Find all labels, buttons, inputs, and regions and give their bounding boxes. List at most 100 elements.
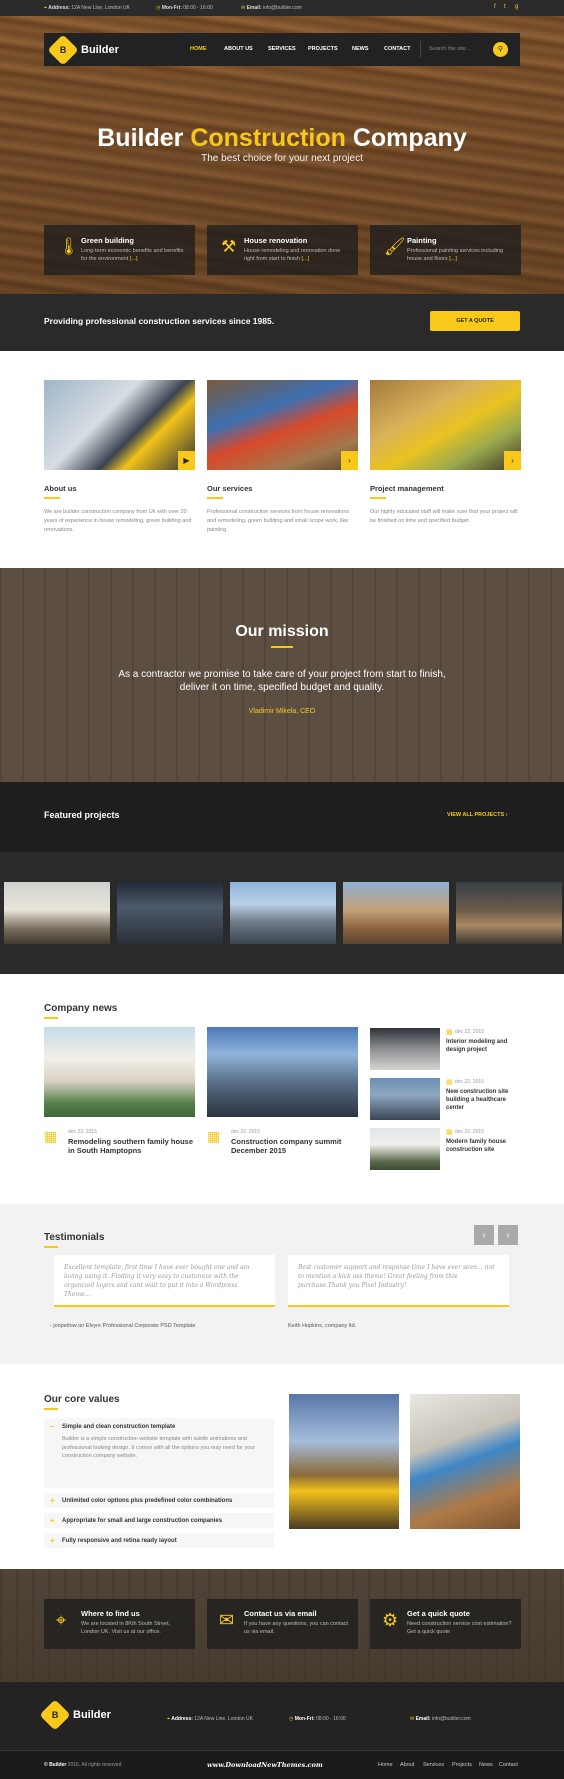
logo[interactable]: B Builder <box>47 34 119 66</box>
about-image[interactable]: ▶ <box>44 380 195 470</box>
accordion-label[interactable]: Appropriate for small and large construc… <box>62 1518 222 1524</box>
play-icon[interactable]: ▶ <box>178 451 195 470</box>
feature-painting[interactable]: 🖌 Painting Professional painting service… <box>370 225 521 275</box>
accordion-item-open[interactable]: − Simple and clean construction template… <box>44 1418 274 1488</box>
thermometer-icon: 🌡 <box>58 237 80 256</box>
news-date: dec 22, 2015 <box>455 1079 484 1085</box>
news-headline[interactable]: New construction site building a healthc… <box>446 1088 522 1112</box>
accordion-item[interactable]: + Fully responsive and retina ready layo… <box>44 1533 274 1548</box>
news-headline[interactable]: Construction company summit December 201… <box>231 1137 361 1155</box>
contact-title: Contact us via email <box>244 1609 317 1618</box>
footer-link-contact[interactable]: Contact <box>499 1762 518 1768</box>
search-icon[interactable]: ⚲ <box>493 42 508 57</box>
view-all-projects-link[interactable]: VIEW ALL PROJECTS › <box>447 812 508 818</box>
news-headline[interactable]: Modern family house construction site <box>446 1138 522 1154</box>
news-small-item[interactable]: ▦ dec 22, 2015 Modern family house const… <box>370 1128 520 1170</box>
feature-title: House renovation <box>244 236 308 245</box>
footer-hours: ◷ Mon-Fri: 08:00 - 16:00 <box>289 1716 346 1722</box>
topbar-email[interactable]: ✉ Email: info@builder.com <box>241 5 302 11</box>
news-image[interactable] <box>207 1027 358 1117</box>
twitter-icon[interactable]: t <box>504 4 506 10</box>
management-image[interactable]: › <box>370 380 521 470</box>
footer-logo[interactable]: B Builder <box>39 1699 111 1731</box>
contact-location[interactable]: ⌖ Where to find us We are located in 8Kt… <box>44 1599 195 1649</box>
news-thumb[interactable] <box>370 1128 440 1170</box>
project-thumb[interactable] <box>117 882 223 944</box>
services-image[interactable]: › <box>207 380 358 470</box>
news-card[interactable]: ▦ dec 22, 2015 Remodeling southern famil… <box>44 1027 195 1155</box>
search-input[interactable]: Search the site... <box>420 41 500 58</box>
news-small-item[interactable]: ▦ dec 22, 2015 New construction site bui… <box>370 1078 520 1120</box>
accordion-item[interactable]: + Appropriate for small and large constr… <box>44 1513 274 1528</box>
news-thumb[interactable] <box>370 1028 440 1070</box>
management-title[interactable]: Project management <box>370 484 521 493</box>
nav-item-projects[interactable]: PROJECTS <box>308 46 338 52</box>
contact-email[interactable]: ✉ Contact us via email If you have any q… <box>207 1599 358 1649</box>
accordion-body: Builder is a simple construction website… <box>62 1436 256 1459</box>
next-arrow-button[interactable]: › <box>498 1225 518 1245</box>
project-thumb[interactable] <box>4 882 110 944</box>
news-card[interactable]: ▦ dec 22, 2015 Construction company summ… <box>207 1027 358 1155</box>
accordion-item[interactable]: + Unlimited color options plus predefine… <box>44 1493 274 1508</box>
cta-text: Providing professional construction serv… <box>44 316 275 326</box>
accordion-label[interactable]: Fully responsive and retina ready layout <box>62 1538 177 1544</box>
email-value[interactable]: info@builder.com <box>263 5 302 11</box>
nav-item-about[interactable]: ABOUT US <box>224 46 253 52</box>
about-title[interactable]: About us <box>44 484 195 493</box>
services-column: › Our services Professional construction… <box>207 380 358 535</box>
accordion-label[interactable]: Unlimited color options plus predefined … <box>62 1498 232 1504</box>
contact-quote[interactable]: ⚙ Get a quick quote Need construction se… <box>370 1599 521 1649</box>
featured-title: Featured projects <box>44 810 120 820</box>
services-title[interactable]: Our services <box>207 484 358 493</box>
googleplus-icon[interactable]: g <box>515 4 518 10</box>
nav-item-services[interactable]: SERVICES <box>268 46 296 52</box>
copyright: © Builder 2016. All rights reserved <box>44 1762 122 1768</box>
footer-link-services[interactable]: Services <box>423 1762 444 1768</box>
news-headline[interactable]: Interior modeling and design project <box>446 1038 522 1054</box>
prev-arrow-button[interactable]: ‹ <box>474 1225 494 1245</box>
get-quote-button[interactable]: GET A QUOTE <box>430 311 520 331</box>
project-thumb[interactable] <box>343 882 449 944</box>
facebook-icon[interactable]: f <box>494 4 496 10</box>
project-thumb[interactable] <box>230 882 336 944</box>
chevron-right-icon[interactable]: › <box>341 451 358 470</box>
worker-image <box>410 1394 520 1529</box>
topbar-address: ⌖ Address: 12A New Line, London UK <box>44 5 130 11</box>
envelope-icon: ✉ <box>410 1716 415 1722</box>
footer-email[interactable]: ✉ Email: info@builder.com <box>410 1716 471 1722</box>
forklift-icon: ⚙ <box>382 1610 399 1630</box>
footer-link-news[interactable]: News <box>479 1762 493 1768</box>
chevron-right-icon[interactable]: › <box>504 451 521 470</box>
feature-green-building[interactable]: 🌡 Green building Long-term economic bene… <box>44 225 195 275</box>
contact-title: Where to find us <box>81 1609 140 1618</box>
footer-link-projects[interactable]: Projects <box>452 1762 472 1768</box>
plus-icon: + <box>50 1496 55 1505</box>
news-image[interactable] <box>44 1027 195 1117</box>
news-date: dec 22, 2015 <box>231 1129 260 1135</box>
footer-link-home[interactable]: Home <box>378 1762 393 1768</box>
title-underline <box>44 1408 58 1410</box>
footer-link-about[interactable]: About <box>400 1762 414 1768</box>
nav-item-home[interactable]: HOME <box>190 46 207 52</box>
mission-quote: As a contractor we promise to take care … <box>118 669 446 693</box>
accordion-label[interactable]: Simple and clean construction template <box>62 1424 175 1430</box>
feature-house-renovation[interactable]: ⚒ House renovation House remodeling and … <box>207 225 358 275</box>
calendar-icon: ▦ <box>207 1128 221 1144</box>
news-title: Company news <box>44 1003 118 1014</box>
clock-icon: ◷ <box>156 5 161 11</box>
news-thumb[interactable] <box>370 1078 440 1120</box>
core-values-section: Our core values − Simple and clean const… <box>0 1364 564 1569</box>
news-section: Company news ▦ dec 22, 2015 Remodeling s… <box>0 974 564 1204</box>
title-underline <box>271 646 293 648</box>
calendar-icon: ▦ <box>446 1029 453 1036</box>
nav-item-contact[interactable]: CONTACT <box>384 46 410 52</box>
feature-desc: Long-term economic benefits and benefits… <box>81 248 184 262</box>
news-small-item[interactable]: ▦ dec 22, 2015 Interior modeling and des… <box>370 1028 520 1070</box>
nav-item-news[interactable]: NEWS <box>352 46 369 52</box>
hammer-icon: ⚒ <box>221 237 237 256</box>
project-thumb[interactable] <box>456 882 562 944</box>
mission-section: Our mission As a contractor we promise t… <box>0 568 564 782</box>
news-headline[interactable]: Remodeling southern family house in Sout… <box>68 1137 198 1155</box>
envelope-icon: ✉ <box>219 1610 235 1630</box>
featured-header: Featured projects VIEW ALL PROJECTS › <box>0 782 564 852</box>
